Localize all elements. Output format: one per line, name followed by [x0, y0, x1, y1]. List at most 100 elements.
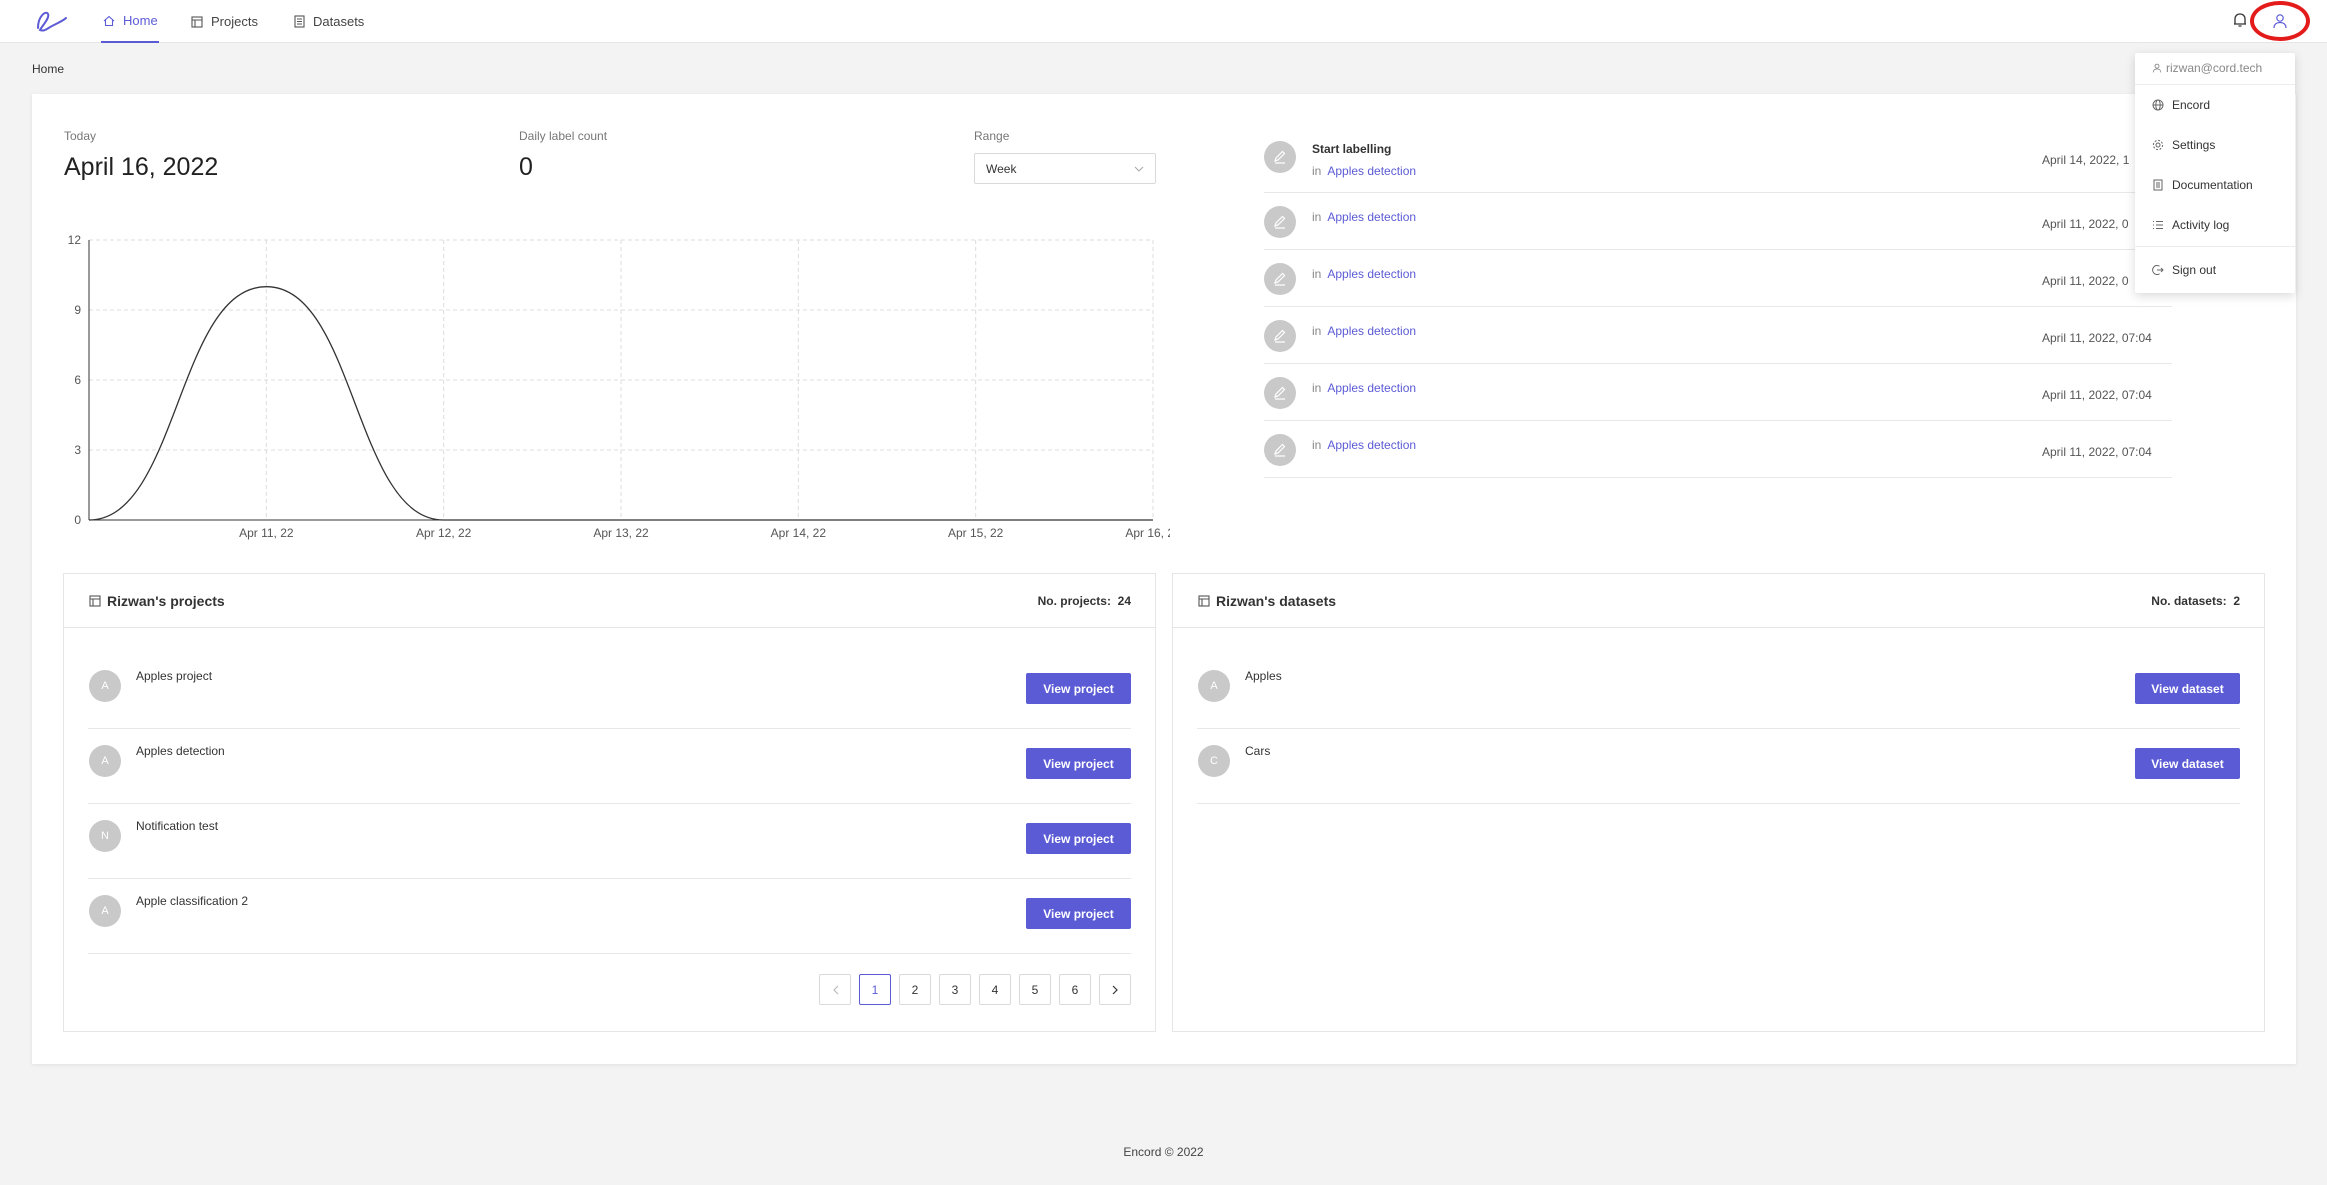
view-project-button[interactable]: View project [1026, 823, 1131, 854]
list-item: C Cars View dataset [1197, 729, 2240, 804]
daily-count-label: Daily label count [519, 129, 608, 143]
activity-in-label: in [1312, 381, 1322, 395]
range-value: Week [986, 161, 1017, 176]
projects-panel-header: Rizwan's projects No. projects: 24 [64, 574, 1155, 628]
activity-row: in Apples detection April 11, 2022, 0 [1264, 193, 2172, 250]
menu-item-activity-log[interactable]: Activity log [2152, 218, 2287, 232]
activity-in-label: in [1312, 164, 1322, 178]
activity-project-link[interactable]: Apples detection [1327, 324, 1416, 338]
activity-time: April 11, 2022, 07:04 [2042, 445, 2152, 459]
activity-in-label: in [1312, 324, 1322, 338]
projects-panel: Rizwan's projects No. projects: 24 A Appl… [63, 573, 1156, 1032]
edit-icon [1274, 215, 1286, 229]
menu-item-encord[interactable]: Encord [2152, 98, 2287, 112]
nav-home-label: Home [123, 13, 158, 28]
activity-context: in Apples detection [1312, 267, 1416, 281]
edit-icon [1274, 329, 1286, 343]
page-number-button[interactable]: 1 [859, 974, 891, 1005]
activity-avatar [1264, 377, 1296, 409]
user-dropdown-menu: rizwan@cord.tech Encord Settings Documen… [2135, 53, 2295, 293]
view-project-button[interactable]: View project [1026, 673, 1131, 704]
menu-item-settings[interactable]: Settings [2152, 138, 2287, 152]
nav-projects[interactable]: Projects [191, 0, 258, 43]
list-item: A Apples View dataset [1197, 654, 2240, 729]
menu-item-label: Sign out [2172, 263, 2217, 277]
menu-divider [2135, 84, 2295, 85]
activity-context: in Apples detection [1312, 381, 1416, 395]
item-name: Notification test [136, 819, 219, 833]
view-dataset-button[interactable]: View dataset [2135, 748, 2240, 779]
page-number-button[interactable]: 5 [1019, 974, 1051, 1005]
activity-row: in Apples detection April 11, 2022, 0 [1264, 250, 2172, 307]
page-number-button[interactable]: 3 [939, 974, 971, 1005]
bell-icon[interactable] [2230, 10, 2250, 30]
menu-item-sign-out[interactable]: Sign out [2152, 263, 2287, 277]
document-icon [2153, 179, 2163, 191]
chevron-down-icon [1134, 166, 1144, 172]
activity-title: Start labelling [1312, 142, 1392, 156]
next-page-button[interactable] [1099, 974, 1131, 1005]
x-tick-label: Apr 16, 22 [1125, 526, 1170, 540]
projects-list: A Apples project View project A Apples detec… [88, 654, 1131, 954]
menu-item-label: Activity log [2172, 218, 2230, 232]
projects-count: No. projects: 24 [1038, 594, 1131, 608]
avatar: A [89, 670, 121, 702]
avatar: N [89, 820, 121, 852]
activity-in-label: in [1312, 267, 1322, 281]
avatar: A [89, 895, 121, 927]
edit-icon [1274, 150, 1286, 164]
nav-datasets[interactable]: Datasets [294, 0, 364, 43]
footer: Encord © 2022 [1123, 1145, 1204, 1159]
daily-count-value: 0 [519, 153, 533, 181]
menu-item-label: Settings [2172, 138, 2216, 152]
activity-context: in Apples detection [1312, 164, 1416, 178]
datasets-icon [294, 15, 305, 28]
prev-page-button[interactable] [819, 974, 851, 1005]
user-email-text: rizwan@cord.tech [2166, 61, 2263, 75]
y-tick-label: 3 [74, 443, 81, 457]
page-number-button[interactable]: 6 [1059, 974, 1091, 1005]
edit-icon [1274, 272, 1286, 286]
projects-title: Rizwan's projects [89, 593, 225, 609]
view-project-button[interactable]: View project [1026, 748, 1131, 779]
datasets-count: No. datasets: 2 [2151, 594, 2240, 608]
view-project-button[interactable]: View project [1026, 898, 1131, 929]
page-number-button[interactable]: 4 [979, 974, 1011, 1005]
activity-project-link[interactable]: Apples detection [1327, 210, 1416, 224]
list-item: A Apples project View project [88, 654, 1131, 729]
menu-item-documentation[interactable]: Documentation [2152, 178, 2287, 192]
home-icon [103, 15, 115, 26]
nav-home[interactable]: Home [101, 0, 159, 43]
activity-row: Start labelling in Apples detection April 1… [1264, 130, 2172, 193]
activity-time: April 14, 2022, 1 [2042, 153, 2130, 167]
activity-avatar [1264, 141, 1296, 173]
activity-time: April 11, 2022, 0 [2042, 274, 2129, 288]
chart-grid [89, 239, 1154, 520]
page-number-button[interactable]: 2 [899, 974, 931, 1005]
activity-avatar [1264, 320, 1296, 352]
list-item: A Apple classification 2 View project [88, 879, 1131, 954]
chevron-left-icon [832, 985, 838, 994]
gear-icon [2152, 139, 2164, 151]
activity-project-link[interactable]: Apples detection [1327, 438, 1416, 452]
list-item: A Apples detection View project [88, 729, 1131, 804]
datasets-panel: Rizwan's datasets No. datasets: 2 A Apple… [1172, 573, 2265, 1032]
menu-divider [2135, 246, 2295, 247]
item-name: Apple classification 2 [136, 894, 249, 908]
globe-icon [2152, 99, 2164, 111]
datasets-panel-header: Rizwan's datasets No. datasets: 2 [1173, 574, 2264, 628]
range-select[interactable]: Week [974, 153, 1156, 184]
user-email: rizwan@cord.tech [2152, 61, 2262, 75]
list-icon [2153, 221, 2163, 229]
activity-project-link[interactable]: Apples detection [1327, 381, 1416, 395]
activity-project-link[interactable]: Apples detection [1327, 164, 1416, 178]
list-item: N Notification test View project [88, 804, 1131, 879]
avatar: C [1198, 745, 1230, 777]
view-dataset-button[interactable]: View dataset [2135, 673, 2240, 704]
activity-in-label: in [1312, 210, 1322, 224]
stat-today: Today April 16, 2022 [64, 129, 218, 182]
encord-logo[interactable] [34, 6, 68, 36]
activity-avatar [1264, 263, 1296, 295]
y-tick-label: 0 [74, 513, 81, 527]
activity-project-link[interactable]: Apples detection [1327, 267, 1416, 281]
